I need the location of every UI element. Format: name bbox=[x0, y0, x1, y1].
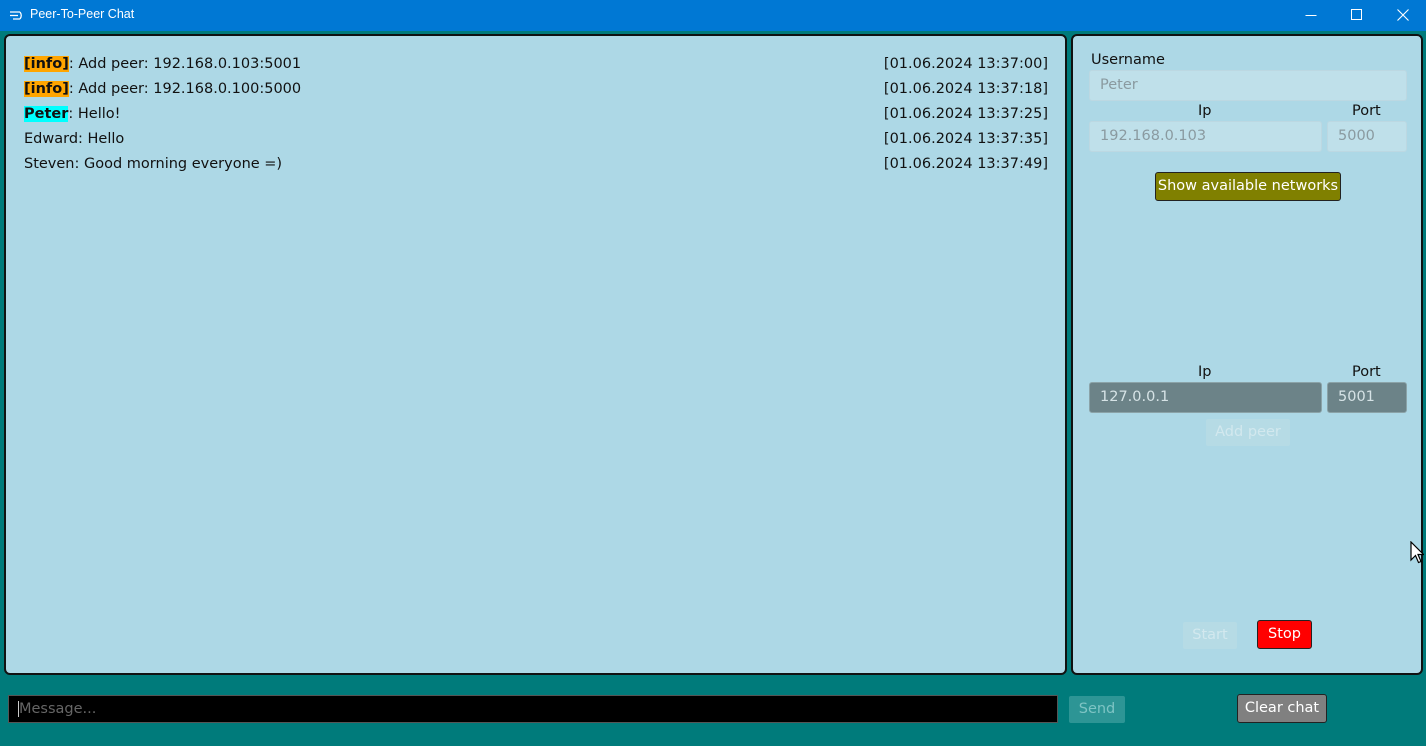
start-button[interactable]: Start bbox=[1183, 622, 1237, 649]
message-text: : Hello bbox=[78, 131, 125, 147]
chat-message: Steven: Good morning everyone =) [01.06.… bbox=[24, 154, 1048, 174]
send-button[interactable]: Send bbox=[1069, 696, 1125, 723]
stop-button[interactable]: Stop bbox=[1257, 620, 1312, 649]
local-port-field[interactable]: 5000 bbox=[1327, 121, 1407, 152]
chat-message: Peter: Hello! [01.06.2024 13:37:25] bbox=[24, 104, 1048, 124]
add-peer-button[interactable]: Add peer bbox=[1206, 419, 1290, 446]
message-timestamp: [01.06.2024 13:37:35] bbox=[883, 131, 1048, 147]
peer-ip-label: Ip bbox=[1198, 364, 1212, 380]
show-networks-button[interactable]: Show available networks bbox=[1155, 172, 1341, 201]
message-timestamp: [01.06.2024 13:37:18] bbox=[883, 81, 1048, 97]
minimize-button[interactable] bbox=[1288, 0, 1334, 31]
message-text: : Add peer: 192.168.0.100:5000 bbox=[68, 81, 302, 97]
message-sender: Peter bbox=[24, 106, 69, 122]
peer-port-field[interactable]: 5001 bbox=[1327, 382, 1407, 413]
clear-chat-button[interactable]: Clear chat bbox=[1237, 694, 1327, 723]
message-sender: [info] bbox=[24, 81, 69, 97]
message-timestamp: [01.06.2024 13:37:49] bbox=[883, 156, 1048, 172]
message-placeholder: Message... bbox=[19, 701, 97, 717]
message-text: : Hello! bbox=[68, 106, 121, 122]
local-ip-field[interactable]: 192.168.0.103 bbox=[1089, 121, 1322, 152]
local-port-label: Port bbox=[1352, 103, 1381, 119]
close-icon bbox=[1397, 9, 1409, 21]
title-bar: Peer-To-Peer Chat bbox=[0, 0, 1426, 31]
connection-panel: Username Peter Ip Port 192.168.0.103 500… bbox=[1071, 34, 1423, 675]
close-button[interactable] bbox=[1380, 0, 1426, 31]
chat-message: [info]: Add peer: 192.168.0.103:5001 [01… bbox=[24, 54, 1048, 74]
message-sender: [info] bbox=[24, 56, 69, 72]
message-text: : Good morning everyone =) bbox=[74, 156, 283, 172]
message-input[interactable]: Message... bbox=[8, 695, 1058, 723]
peer-ip-field[interactable]: 127.0.0.1 bbox=[1089, 382, 1322, 413]
message-sender: Edward bbox=[24, 131, 79, 147]
maximize-button[interactable] bbox=[1334, 0, 1380, 31]
message-sender: Steven bbox=[24, 156, 75, 172]
chat-log[interactable]: [info]: Add peer: 192.168.0.103:5001 [01… bbox=[4, 34, 1067, 675]
local-ip-label: Ip bbox=[1198, 103, 1212, 119]
message-timestamp: [01.06.2024 13:37:25] bbox=[883, 106, 1048, 122]
username-label: Username bbox=[1091, 52, 1165, 68]
window-title: Peer-To-Peer Chat bbox=[30, 7, 135, 21]
message-timestamp: [01.06.2024 13:37:00] bbox=[883, 56, 1048, 72]
mouse-cursor-icon bbox=[1410, 541, 1424, 564]
message-text: : Add peer: 192.168.0.103:5001 bbox=[68, 56, 302, 72]
minimize-icon bbox=[1305, 15, 1317, 16]
peer-port-label: Port bbox=[1352, 364, 1381, 380]
chat-lines-icon bbox=[9, 8, 23, 22]
chat-message: Edward: Hello [01.06.2024 13:37:35] bbox=[24, 129, 1048, 149]
chat-message: [info]: Add peer: 192.168.0.100:5000 [01… bbox=[24, 79, 1048, 99]
maximize-icon bbox=[1351, 9, 1362, 20]
text-caret bbox=[18, 701, 19, 717]
username-field[interactable]: Peter bbox=[1089, 70, 1407, 101]
